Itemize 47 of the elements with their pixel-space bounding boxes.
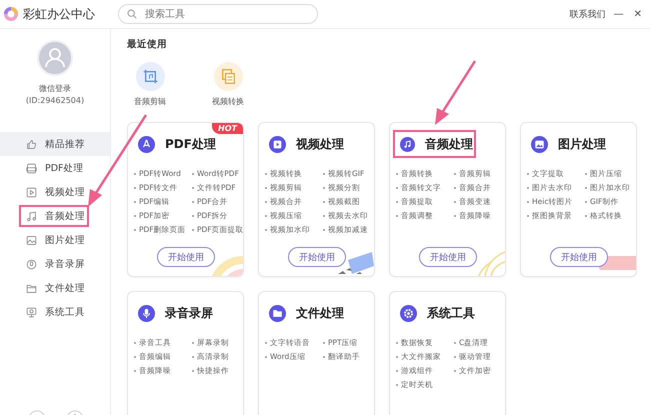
card-title: 系统工具 bbox=[427, 304, 475, 322]
crop-icon[interactable] bbox=[136, 62, 164, 91]
play-icon bbox=[26, 186, 37, 198]
image-icon bbox=[531, 136, 548, 152]
recent-tool-label[interactable]: 视频转换 bbox=[212, 96, 244, 107]
close-button[interactable]: ✕ bbox=[632, 8, 644, 20]
logo-icon bbox=[4, 7, 18, 21]
start-button[interactable]: 开始使用 bbox=[157, 247, 215, 267]
music-note-icon bbox=[26, 210, 37, 222]
start-button[interactable]: 开始使用 bbox=[288, 247, 346, 267]
search-icon bbox=[127, 9, 137, 19]
folder-icon bbox=[269, 304, 286, 322]
sidebar-item[interactable]: 图片处理 bbox=[0, 228, 110, 252]
sidebar-item[interactable]: 精品推荐 bbox=[0, 132, 110, 156]
thumbs-up-icon bbox=[26, 138, 37, 150]
gear-icon bbox=[400, 304, 417, 322]
convert-icon[interactable] bbox=[214, 62, 242, 91]
start-button[interactable]: 开始使用 bbox=[550, 247, 608, 267]
minimize-button[interactable]: — bbox=[612, 8, 626, 20]
sidebar-item[interactable]: 文件处理 bbox=[0, 276, 110, 300]
login-label[interactable]: 微信登录 bbox=[39, 83, 71, 94]
sidebar-item[interactable]: 录音录屏 bbox=[0, 252, 110, 276]
monitor-icon bbox=[26, 306, 37, 318]
start-button[interactable]: 开始使用 bbox=[419, 247, 477, 267]
card-title: 录音录屏 bbox=[165, 304, 213, 322]
avatar[interactable] bbox=[37, 40, 73, 76]
section-title: 最近使用 bbox=[127, 38, 168, 51]
music-note-icon bbox=[400, 136, 415, 152]
image-icon bbox=[26, 234, 37, 246]
hot-badge: HOT bbox=[212, 123, 243, 134]
card-title: 视频处理 bbox=[296, 136, 344, 152]
card-title: 图片处理 bbox=[558, 136, 606, 152]
folder-icon bbox=[26, 282, 37, 294]
recent-tool-label[interactable]: 音频剪辑 bbox=[134, 96, 166, 107]
card-title: 音频处理 bbox=[425, 136, 473, 152]
app-title: 彩虹办公中心 bbox=[23, 6, 95, 22]
sidebar-item[interactable]: 系统工具 bbox=[0, 300, 110, 324]
card-title: PDF处理 bbox=[165, 136, 216, 152]
play-icon bbox=[269, 136, 286, 152]
user-id: (ID:29462504) bbox=[26, 96, 84, 105]
card-title: 文件处理 bbox=[296, 304, 344, 322]
sidebar-item[interactable]: 视频处理 bbox=[0, 180, 110, 204]
sidebar-item[interactable]: 音频处理 bbox=[18, 204, 90, 228]
contact-link[interactable]: 联系我们 bbox=[570, 8, 606, 20]
sidebar-item[interactable]: PDF处理 bbox=[0, 156, 110, 180]
annotation-arrow bbox=[433, 59, 477, 127]
search-field[interactable]: 搜索工具 bbox=[118, 4, 318, 24]
